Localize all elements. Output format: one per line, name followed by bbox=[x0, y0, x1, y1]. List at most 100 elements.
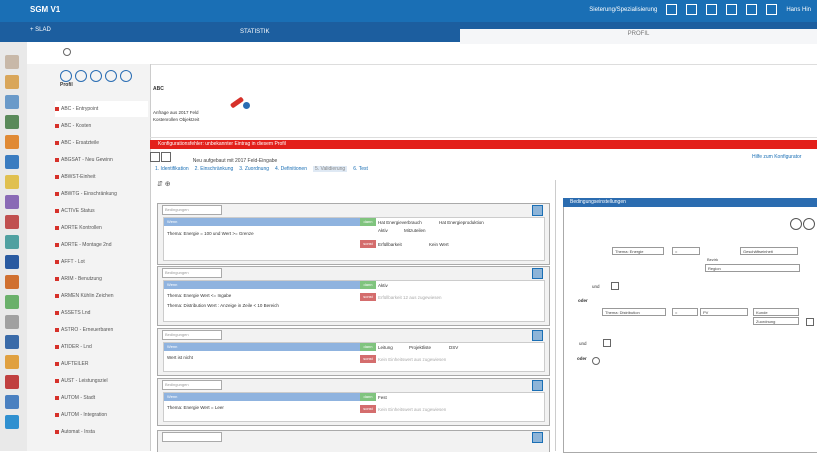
sidebar-item[interactable]: ABC - Kosten bbox=[55, 118, 148, 134]
search-icon[interactable] bbox=[63, 48, 71, 56]
sidebar-item[interactable]: ARMEN Kühlin Zeichen bbox=[55, 288, 148, 304]
wizard-step[interactable]: 1. Identifikation bbox=[155, 166, 189, 172]
rule-condition[interactable]: Thema: Distribution Wert : Anzeige in Ze… bbox=[167, 303, 279, 308]
grid-icon[interactable] bbox=[666, 4, 678, 15]
rule-condition[interactable]: Thema: Energie Wert = Leer bbox=[167, 405, 224, 410]
rule-settings-icon[interactable] bbox=[532, 205, 543, 216]
rule-result[interactable]: Leitung bbox=[378, 345, 393, 350]
tool-icon[interactable] bbox=[5, 335, 19, 349]
toggle-checkbox[interactable] bbox=[603, 339, 611, 347]
tool-icon[interactable] bbox=[5, 295, 19, 309]
sidebar-item[interactable]: ADRTE - Montage 2nd bbox=[55, 237, 148, 253]
tab-new[interactable]: + SLAD bbox=[30, 27, 51, 33]
tool-icon[interactable] bbox=[5, 315, 19, 329]
rule-result[interactable]: DSV bbox=[449, 345, 458, 350]
wizard-step[interactable]: 4. Definitionen bbox=[275, 166, 307, 172]
tool-icon[interactable] bbox=[5, 235, 19, 249]
rebuild-label[interactable]: Neu aufgebaut mit 2017 Feld-Eingabe bbox=[193, 158, 278, 164]
document-icon[interactable] bbox=[706, 4, 718, 15]
sidebar-item[interactable]: ADRTE Kontrollen bbox=[55, 220, 148, 236]
wizard-step[interactable]: 6. Test bbox=[353, 166, 368, 172]
rule-condition[interactable]: Thema: Energie = 100 und Wert >= Grenze bbox=[167, 231, 254, 236]
rule-settings-icon[interactable] bbox=[532, 380, 543, 391]
add-group-icon[interactable] bbox=[592, 357, 600, 365]
user-name[interactable]: Hans Hin bbox=[786, 7, 811, 13]
condition-field-select[interactable]: Thema: Energie bbox=[612, 247, 664, 255]
rule-condition[interactable]: Thema: Energie Wert <= Ingabe bbox=[167, 293, 231, 298]
sidebar-item[interactable]: ABWST-Einheit bbox=[55, 169, 148, 185]
rule-result[interactable]: Erfüllbarkeit bbox=[378, 242, 402, 247]
wizard-step[interactable]: 3. Zuordnung bbox=[239, 166, 269, 172]
rule-result[interactable]: Fest bbox=[378, 395, 387, 400]
tool-icon[interactable] bbox=[5, 155, 19, 169]
tool-icon[interactable] bbox=[5, 375, 19, 389]
value-input[interactable]: Zuordnung bbox=[753, 317, 799, 325]
sidebar-item[interactable]: Automat - Insta bbox=[55, 424, 148, 440]
copy-icon[interactable] bbox=[75, 70, 87, 82]
remove-condition-icon[interactable] bbox=[803, 218, 815, 230]
tool-icon[interactable] bbox=[5, 95, 19, 109]
tool-icon[interactable] bbox=[5, 275, 19, 289]
tool-icon[interactable] bbox=[5, 255, 19, 269]
operator-select[interactable]: = bbox=[672, 308, 698, 316]
delete-icon[interactable] bbox=[105, 70, 117, 82]
sidebar-item[interactable]: AUTOM - Integration bbox=[55, 407, 148, 423]
pane-splitter[interactable] bbox=[555, 180, 556, 451]
rule-settings-icon[interactable] bbox=[532, 432, 543, 443]
rule-result[interactable]: Projektliste bbox=[409, 345, 431, 350]
global-search-label[interactable]: Sieterung/Spezialisierung bbox=[589, 7, 657, 13]
tool-icon[interactable] bbox=[5, 195, 19, 209]
rule-settings-icon[interactable] bbox=[532, 330, 543, 341]
sidebar-item[interactable]: AUST - Leistungsziel bbox=[55, 373, 148, 389]
help-link[interactable]: Hilfe zum Konfigurator bbox=[752, 154, 801, 160]
rule-result[interactable]: Hat Energieproduktion bbox=[439, 220, 484, 225]
info-icon[interactable] bbox=[243, 102, 250, 109]
sidebar-item[interactable]: ATIDER - Lnd bbox=[55, 339, 148, 355]
toggle-checkbox[interactable] bbox=[611, 282, 619, 290]
rule-settings-icon[interactable] bbox=[532, 268, 543, 279]
rule-result[interactable]: Mitzuteilen bbox=[404, 228, 426, 233]
rule-result[interactable]: Kein Einheitswert aus zugewiesen bbox=[378, 407, 446, 412]
rule-result[interactable]: Erfüllbarkeit 12 aus zugewiesen bbox=[378, 295, 442, 300]
sidebar-item[interactable]: ACTIVE Status bbox=[55, 203, 148, 219]
sidebar-item[interactable]: ABGSAT - Neu Gewinn bbox=[55, 152, 148, 168]
value-input[interactable]: Geschäftseinheit bbox=[740, 247, 798, 255]
rule-result[interactable]: Hat Energieverbrauch bbox=[378, 220, 422, 225]
tool-icon[interactable] bbox=[5, 415, 19, 429]
tool-icon[interactable] bbox=[5, 75, 19, 89]
tool-icon[interactable] bbox=[5, 115, 19, 129]
remove-row-icon[interactable] bbox=[806, 318, 814, 326]
rule-result[interactable]: Aktiv bbox=[378, 283, 388, 288]
tool-icon[interactable] bbox=[5, 135, 19, 149]
sidebar-item[interactable]: ASTRO - Erneuerbaren bbox=[55, 322, 148, 338]
value-input[interactable]: PV bbox=[700, 308, 748, 316]
new-icon[interactable] bbox=[60, 70, 72, 82]
value-input[interactable]: Kunde bbox=[753, 308, 799, 316]
sidebar-item[interactable]: ABWTG - Einschränkung bbox=[55, 186, 148, 202]
condition-field-select[interactable]: Thema: Distribution bbox=[602, 308, 666, 316]
tab-statistic[interactable]: STATISTIK bbox=[240, 29, 269, 35]
add-condition-icon[interactable] bbox=[790, 218, 802, 230]
window-icon[interactable] bbox=[766, 4, 778, 15]
rule-condition[interactable]: Wert ist nicht bbox=[167, 355, 193, 360]
help-icon[interactable] bbox=[746, 4, 758, 15]
tool-icon[interactable] bbox=[5, 175, 19, 189]
settings-icon[interactable] bbox=[120, 70, 132, 82]
forward-icon[interactable] bbox=[161, 152, 172, 162]
sidebar-item[interactable]: ASSETS Lnd bbox=[55, 305, 148, 321]
collapse-icon[interactable]: ⇵ ⊕ bbox=[157, 180, 171, 188]
sidebar-item[interactable]: ABC - Ersatzteile bbox=[55, 135, 148, 151]
sidebar-item[interactable]: ARIM - Benutzung bbox=[55, 271, 148, 287]
sidebar-item[interactable]: AUTOM - Stadt bbox=[55, 390, 148, 406]
tool-icon[interactable] bbox=[5, 215, 19, 229]
sidebar-item[interactable]: ABC - Entrypoint bbox=[55, 101, 148, 117]
refresh-icon[interactable] bbox=[90, 70, 102, 82]
rule-result[interactable]: Kein Wert bbox=[429, 242, 449, 247]
operator-select[interactable]: = bbox=[672, 247, 700, 255]
wizard-step[interactable]: 2. Einschränkung bbox=[195, 166, 234, 172]
tool-icon[interactable] bbox=[5, 355, 19, 369]
value-sub-input[interactable]: Region bbox=[705, 264, 800, 272]
wizard-step[interactable]: 5. Validierung bbox=[313, 166, 348, 172]
chart-icon[interactable] bbox=[686, 4, 698, 15]
sidebar-item[interactable]: AFFT - Lot bbox=[55, 254, 148, 270]
